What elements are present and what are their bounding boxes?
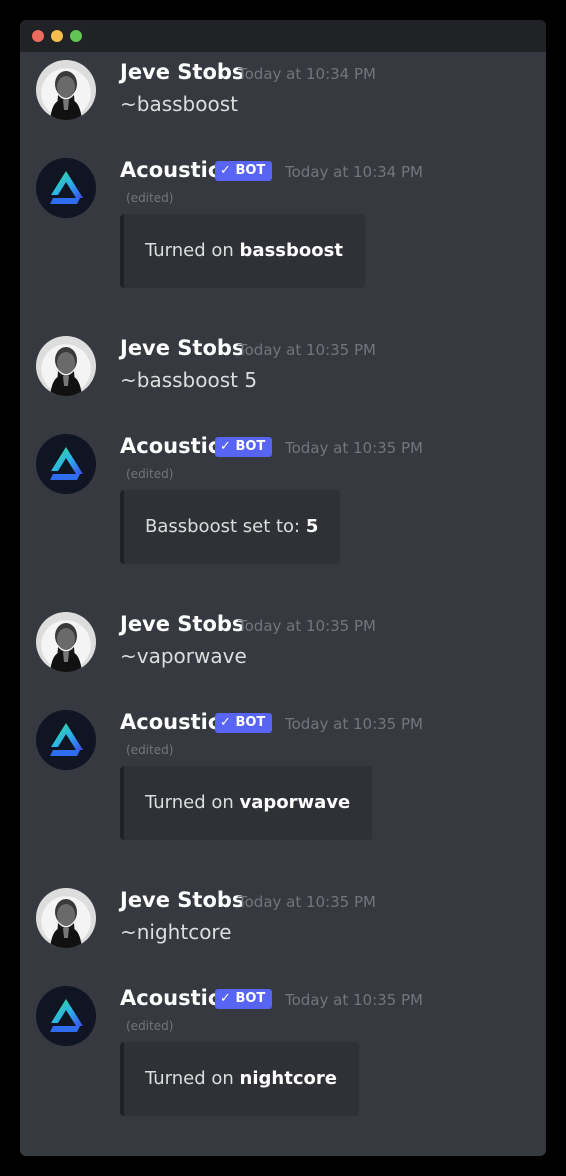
bot-embed: Bassboost set to: 5 — [120, 490, 341, 564]
verified-check-icon: ✓ — [220, 163, 231, 178]
edited-label: (edited) — [126, 743, 174, 757]
message-text: ~vaporwave — [120, 644, 247, 668]
man-portrait-avatar-icon — [50, 623, 82, 672]
acoustic-logo-icon — [50, 999, 83, 1032]
message-timestamp: Today at 10:35 PM — [238, 893, 376, 911]
verified-check-icon: ✓ — [220, 991, 231, 1006]
message-timestamp: Today at 10:34 PM — [285, 163, 423, 181]
message-timestamp: Today at 10:35 PM — [285, 439, 423, 457]
minimize-window-button[interactable] — [51, 30, 63, 42]
user-avatar[interactable] — [36, 336, 96, 396]
title-bar — [20, 20, 546, 52]
author-name[interactable]: Acoustic — [120, 986, 220, 1010]
close-window-button[interactable] — [32, 30, 44, 42]
chat-window: Jeve Stobs Today at 10:34 PM ~bassboost … — [20, 20, 546, 1156]
user-avatar[interactable] — [36, 612, 96, 672]
author-name[interactable]: Acoustic — [120, 434, 220, 458]
acoustic-logo-icon — [50, 447, 83, 480]
bot-avatar[interactable] — [36, 434, 96, 494]
message-timestamp: Today at 10:35 PM — [285, 715, 423, 733]
bot-badge: ✓ BOT — [215, 713, 273, 733]
verified-check-icon: ✓ — [220, 715, 231, 730]
message-text: ~nightcore — [120, 920, 232, 944]
bot-embed: Turned on bassboost — [120, 214, 365, 288]
edited-label: (edited) — [126, 467, 174, 481]
message-timestamp: Today at 10:34 PM — [238, 65, 376, 83]
bot-embed: Turned on vaporwave — [120, 766, 373, 840]
message-timestamp: Today at 10:35 PM — [238, 617, 376, 635]
acoustic-logo-icon — [50, 171, 83, 204]
bot-badge: ✓ BOT — [215, 989, 273, 1009]
message-text: ~bassboost — [120, 92, 238, 116]
author-name[interactable]: Acoustic — [120, 710, 220, 734]
verified-check-icon: ✓ — [220, 439, 231, 454]
author-name[interactable]: Jeve Stobs — [120, 612, 244, 636]
bot-avatar[interactable] — [36, 158, 96, 218]
bot-avatar[interactable] — [36, 986, 96, 1046]
message-timestamp: Today at 10:35 PM — [238, 341, 376, 359]
message-timestamp: Today at 10:35 PM — [285, 991, 423, 1009]
bot-badge: ✓ BOT — [215, 161, 273, 181]
bot-embed: Turned on nightcore — [120, 1042, 359, 1116]
bot-avatar[interactable] — [36, 710, 96, 770]
author-name[interactable]: Jeve Stobs — [120, 336, 244, 360]
man-portrait-avatar-icon — [50, 71, 82, 120]
man-portrait-avatar-icon — [50, 347, 82, 396]
acoustic-logo-icon — [50, 723, 83, 756]
message-text: ~bassboost 5 — [120, 368, 258, 392]
author-name[interactable]: Jeve Stobs — [120, 60, 244, 84]
user-avatar[interactable] — [36, 60, 96, 120]
author-name[interactable]: Acoustic — [120, 158, 220, 182]
edited-label: (edited) — [126, 1019, 174, 1033]
bot-badge: ✓ BOT — [215, 437, 273, 457]
edited-label: (edited) — [126, 191, 174, 205]
man-portrait-avatar-icon — [50, 899, 82, 948]
user-avatar[interactable] — [36, 888, 96, 948]
maximize-window-button[interactable] — [70, 30, 82, 42]
author-name[interactable]: Jeve Stobs — [120, 888, 244, 912]
